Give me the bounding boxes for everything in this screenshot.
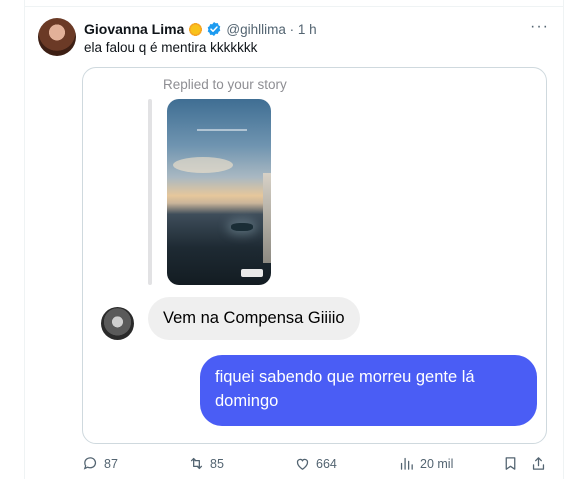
quote-bar <box>148 99 152 285</box>
story-boat-hull <box>263 173 271 263</box>
divider <box>24 6 564 7</box>
reply-icon <box>83 457 97 470</box>
bookmark-button[interactable] <box>502 455 519 472</box>
share-button[interactable] <box>530 455 547 472</box>
reply-count: 87 <box>104 456 118 471</box>
like-button[interactable]: 664 <box>294 455 337 472</box>
like-count: 664 <box>316 456 337 471</box>
story-caption-mark <box>197 129 247 131</box>
retweet-count: 85 <box>210 456 224 471</box>
story-cloud <box>173 157 233 173</box>
sun-emoji-icon <box>188 21 204 37</box>
verified-badge-icon <box>208 22 221 36</box>
outgoing-message-bubble: fiquei sabendo que morreu gente lá domin… <box>200 355 537 426</box>
reply-button[interactable]: 87 <box>82 455 118 472</box>
story-badge <box>241 269 263 277</box>
incoming-message-bubble: Vem na Compensa Giiiio <box>148 297 360 340</box>
tweet-text: ela falou q é mentira kkkkkkk <box>84 40 258 55</box>
like-icon <box>296 458 309 470</box>
author-avatar[interactable] <box>38 18 76 56</box>
views-icon <box>400 457 413 470</box>
tweet-header: Giovanna Lima @gihllima · 1 h <box>84 19 317 39</box>
tweet-actions: 87 85 664 20 mil <box>0 455 573 475</box>
story-thumbnail[interactable] <box>167 99 271 285</box>
story-jetski <box>231 223 253 231</box>
replied-to-story-label: Replied to your story <box>163 77 287 92</box>
retweet-button[interactable]: 85 <box>188 455 224 472</box>
sender-avatar <box>101 307 134 340</box>
views-count: 20 mil <box>420 456 454 471</box>
retweet-icon <box>190 457 203 470</box>
views-button[interactable]: 20 mil <box>398 455 453 472</box>
share-icon <box>532 457 545 470</box>
author-name[interactable]: Giovanna Lima <box>84 21 184 37</box>
more-icon[interactable]: ··· <box>530 18 549 36</box>
bookmark-icon <box>505 457 516 470</box>
author-handle-time[interactable]: @gihllima · 1 h <box>226 22 316 37</box>
